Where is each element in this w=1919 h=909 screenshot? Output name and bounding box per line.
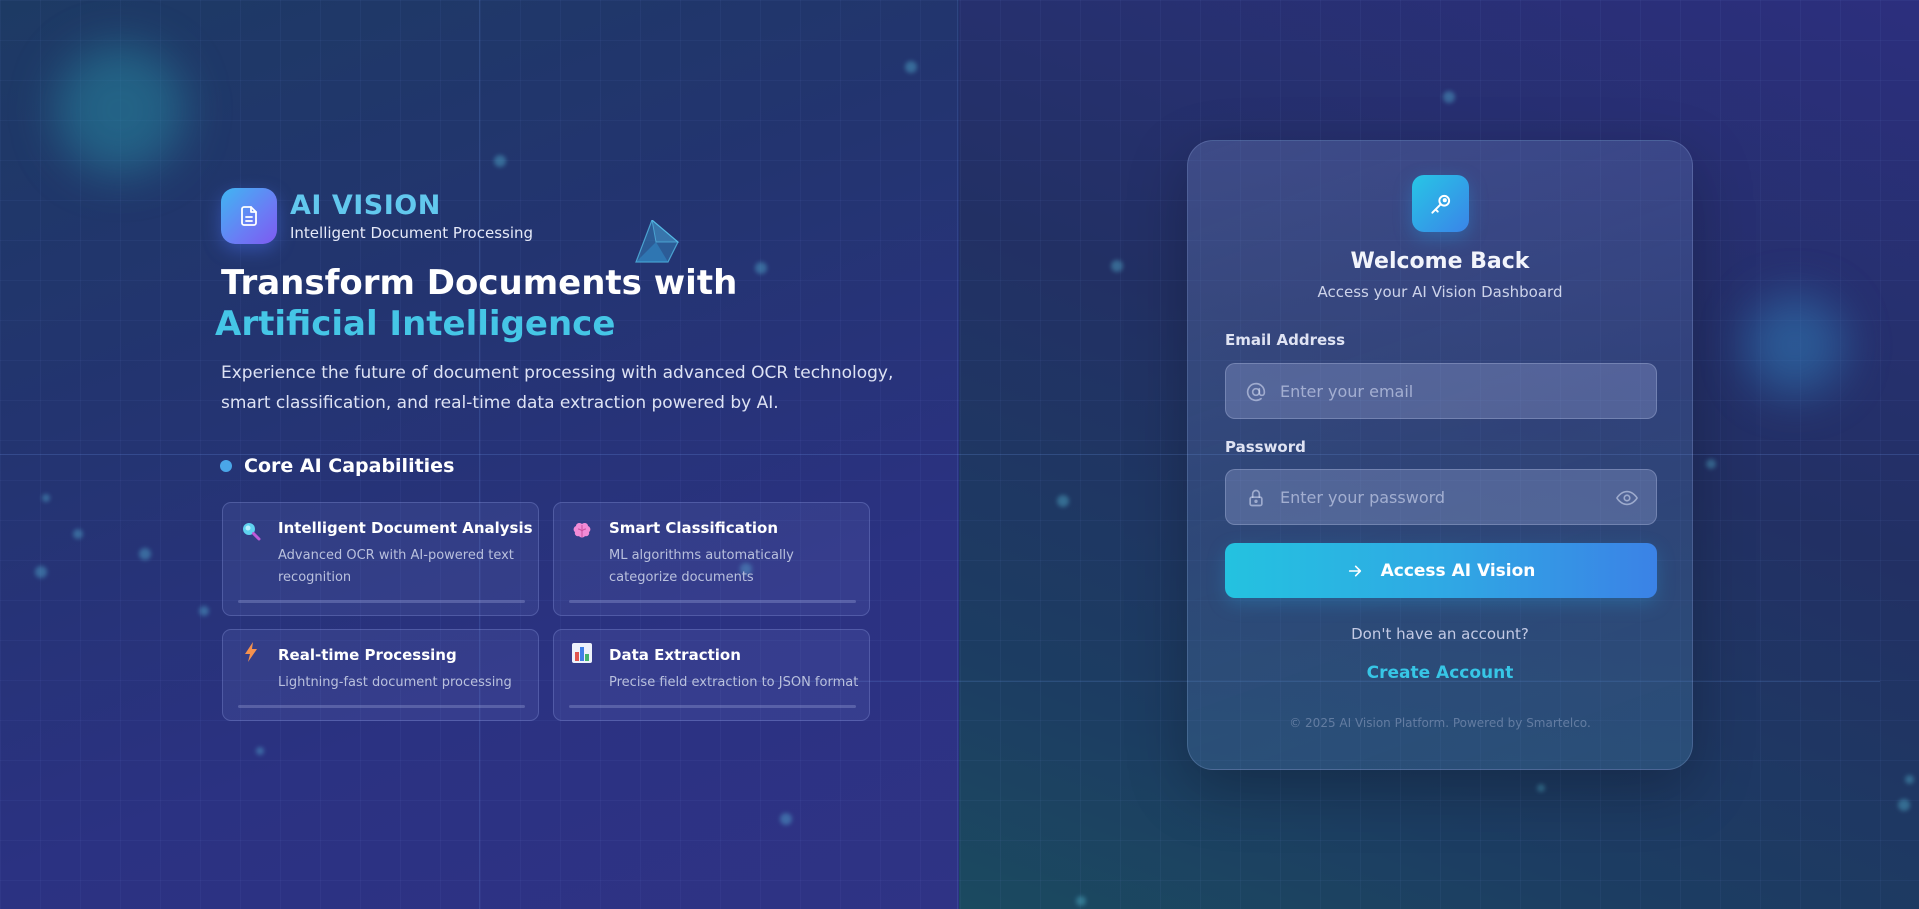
password-field[interactable]	[1280, 470, 1620, 524]
decor-particle	[755, 262, 767, 274]
email-field[interactable]	[1280, 364, 1620, 418]
decor-particle	[256, 747, 264, 755]
capabilities-title: Core AI Capabilities	[244, 455, 455, 477]
card-description: Lightning-fast document processing	[278, 675, 512, 690]
login-card: Welcome Back Access your AI Vision Dashb…	[1187, 140, 1693, 770]
card-description: ML algorithms automatically categorize d…	[609, 548, 794, 585]
decor-particle	[1706, 459, 1716, 469]
bullet-icon	[220, 460, 232, 472]
card-title: Real-time Processing	[278, 646, 457, 664]
magnifier-icon	[240, 520, 262, 542]
decor-particle	[139, 548, 151, 560]
card-progress-bar	[569, 705, 856, 708]
hero-title: Transform Documents with	[221, 263, 738, 303]
card-progress-bar	[569, 600, 856, 603]
decor-particle	[1057, 495, 1069, 507]
decor-particle	[1443, 91, 1455, 103]
hero-description: Experience the future of document proces…	[221, 363, 894, 413]
key-icon	[1412, 175, 1469, 232]
decor-particle	[42, 494, 50, 502]
decor-particle	[1905, 775, 1914, 784]
at-sign-icon	[1246, 382, 1266, 402]
decor-particle	[1537, 784, 1545, 792]
brand-tagline: Intelligent Document Processing	[290, 223, 534, 242]
bar-chart-icon	[571, 642, 593, 664]
decor-particle	[73, 529, 83, 539]
card-title: Data Extraction	[609, 646, 741, 664]
card-title: Smart Classification	[609, 519, 779, 537]
create-account-link[interactable]: Create Account	[1188, 663, 1692, 683]
card-progress-bar	[238, 600, 525, 603]
email-label: Email Address	[1225, 331, 1346, 349]
capability-card-smart-classification[interactable]: Smart Classification ML algorithms autom…	[553, 502, 870, 616]
submit-label: Access AI Vision	[1380, 560, 1536, 581]
brain-icon	[571, 520, 593, 542]
email-field-wrapper	[1225, 363, 1657, 419]
brand-name: AI VISION	[290, 189, 441, 221]
decor-glow	[1745, 295, 1845, 395]
decor-particle	[494, 155, 506, 167]
lightning-icon	[240, 641, 262, 663]
decor-particle	[780, 813, 792, 825]
decor-particle	[905, 61, 917, 73]
brand: AI VISION Intelligent Document Processin…	[221, 188, 533, 244]
login-title: Welcome Back	[1350, 249, 1530, 274]
login-subtitle: Access your AI Vision Dashboard	[1317, 283, 1563, 301]
capability-card-document-analysis[interactable]: Intelligent Document Analysis Advanced O…	[222, 502, 539, 616]
access-ai-vision-button[interactable]: Access AI Vision	[1225, 543, 1657, 598]
capability-card-data-extraction[interactable]: Data Extraction Precise field extraction…	[553, 629, 870, 721]
capability-card-realtime-processing[interactable]: Real-time Processing Lightning-fast docu…	[222, 629, 539, 721]
decor-particle	[1898, 799, 1910, 811]
footer-copyright: © 2025 AI Vision Platform. Powered by Sm…	[1289, 716, 1591, 730]
card-description: Advanced OCR with AI-powered text recogn…	[278, 548, 514, 585]
no-account-text: Don't have an account?	[1351, 625, 1529, 643]
card-description: Precise field extraction to JSON format	[609, 675, 859, 690]
decor-particle	[199, 606, 209, 616]
password-field-wrapper	[1225, 469, 1657, 525]
hero-title-highlight: Artificial Intelligence	[215, 304, 616, 344]
arrow-right-icon	[1347, 563, 1363, 579]
document-icon	[221, 188, 277, 244]
password-label: Password	[1225, 438, 1306, 456]
lock-icon	[1246, 488, 1266, 508]
card-title: Intelligent Document Analysis	[278, 519, 533, 537]
decor-particle	[1076, 896, 1086, 906]
decor-particle	[35, 566, 47, 578]
capabilities-heading: Core AI Capabilities	[220, 455, 454, 477]
decor-particle	[1111, 260, 1123, 272]
show-password-eye-icon[interactable]	[1616, 487, 1638, 509]
decor-glow	[55, 45, 185, 175]
card-progress-bar	[238, 705, 525, 708]
